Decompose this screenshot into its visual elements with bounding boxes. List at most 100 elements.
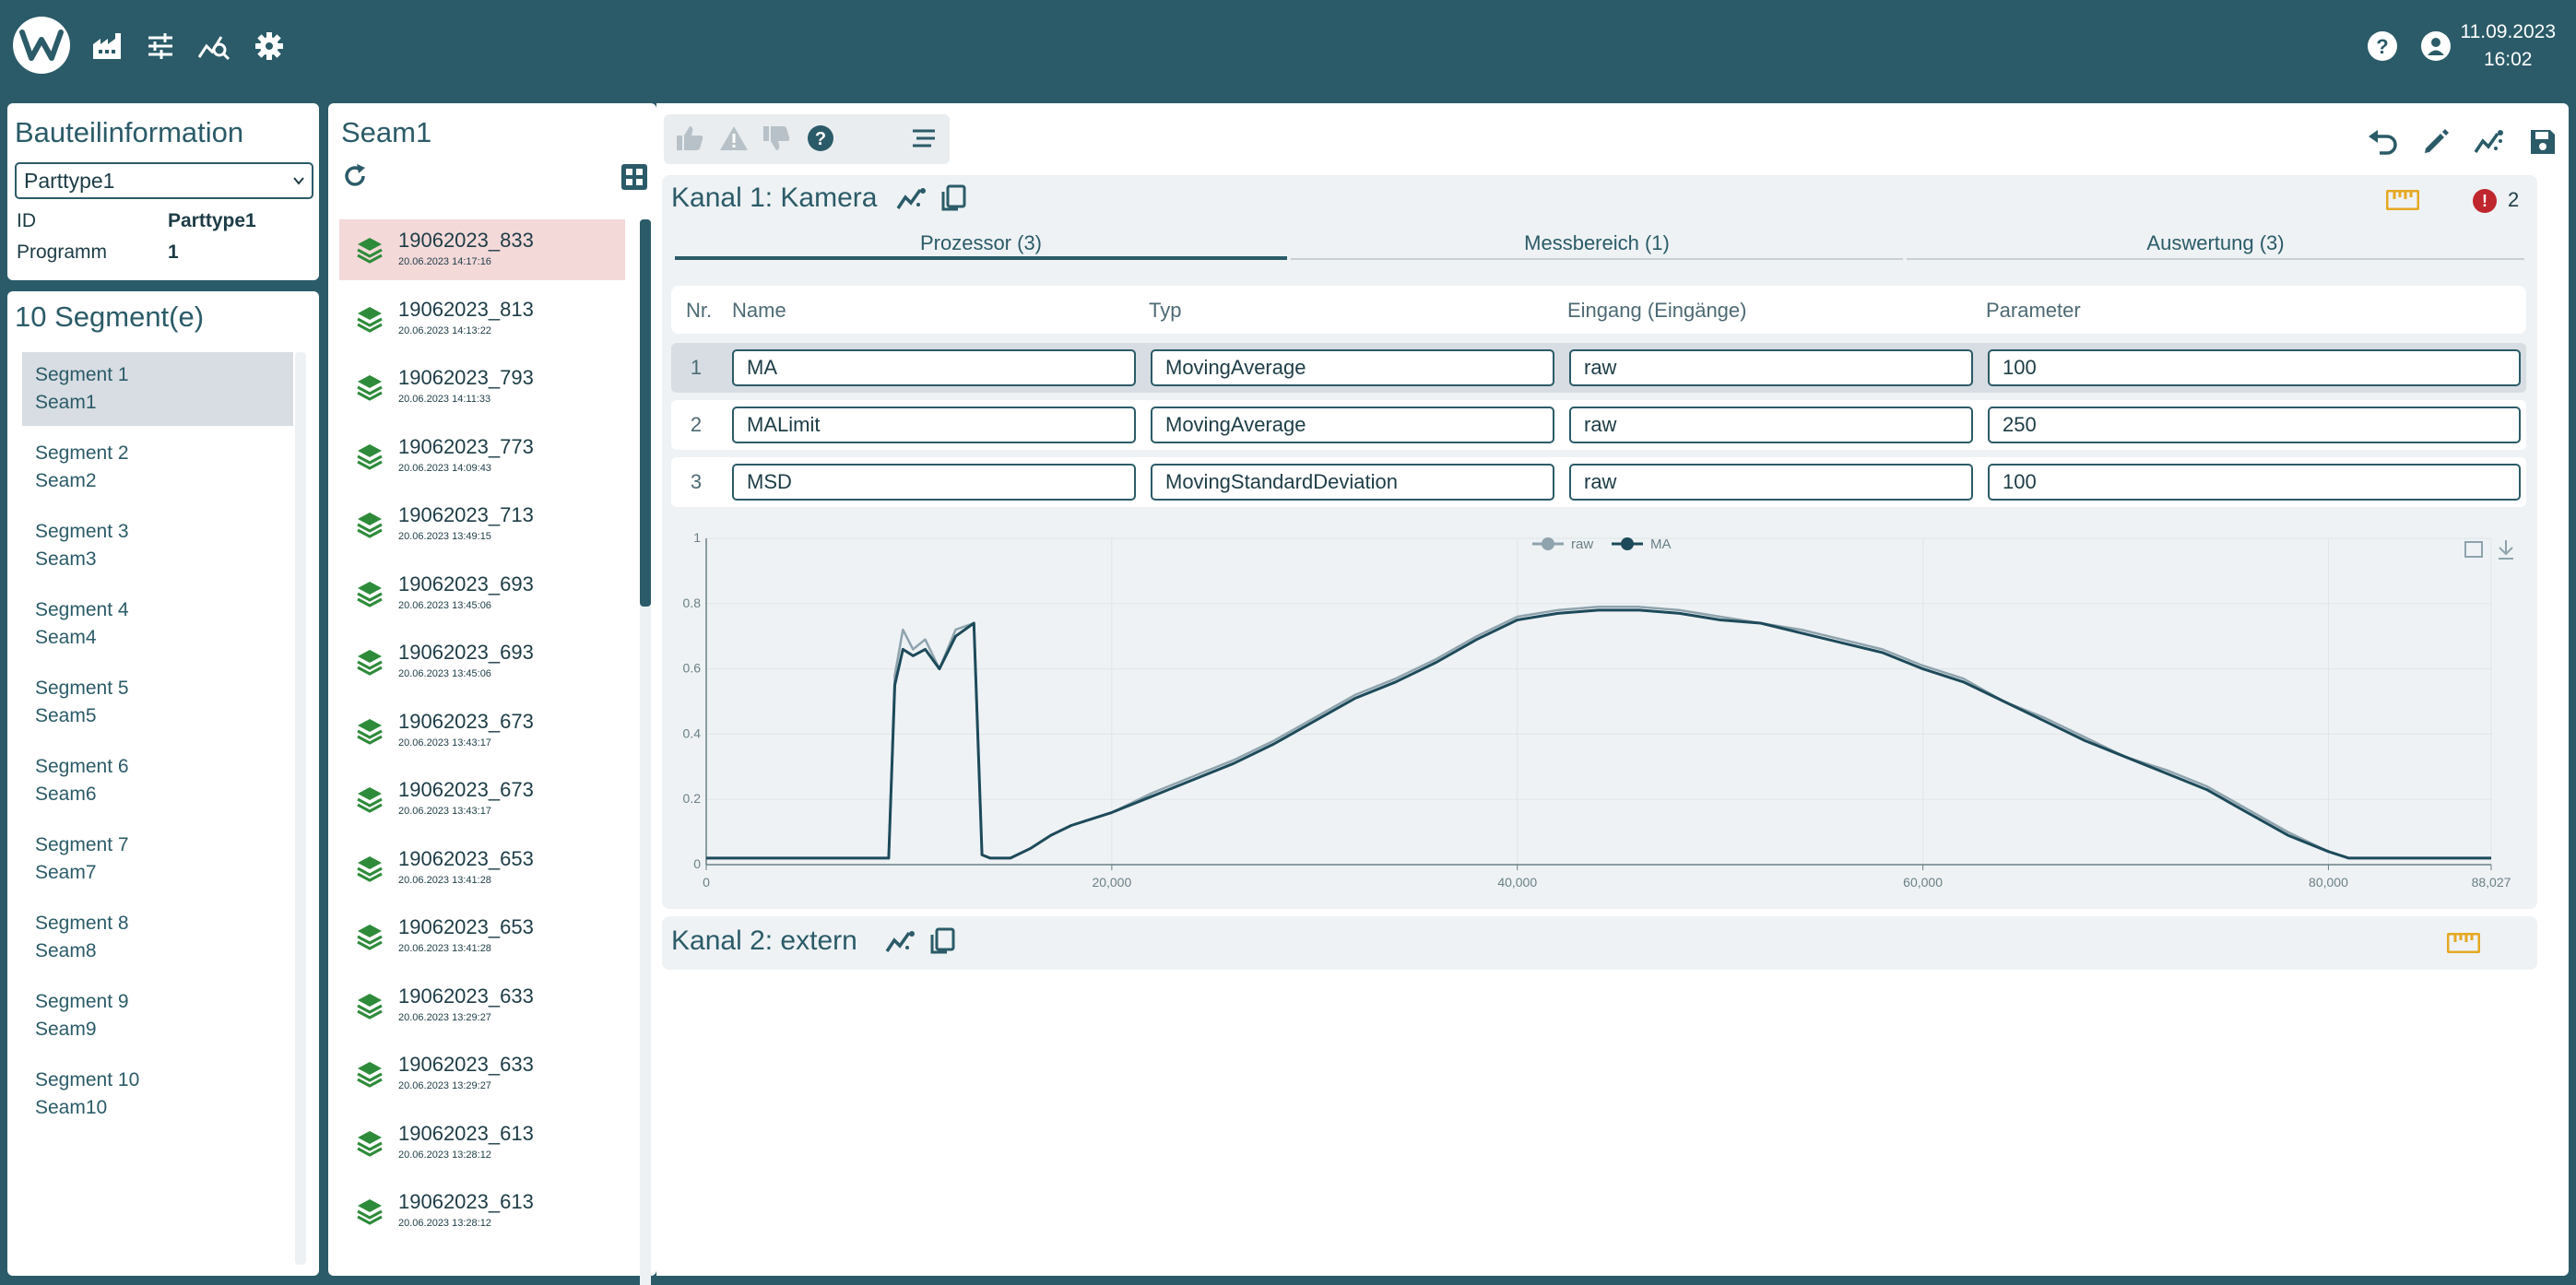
col-parameter: Parameter (1986, 299, 2081, 322)
channel2-chart-icon[interactable] (885, 929, 918, 957)
tab-messbereich-underline (1291, 258, 1903, 260)
analysis-icon[interactable] (194, 26, 234, 66)
seam-timestamp: 20.06.2023 13:45:06 (398, 668, 491, 679)
error-icon[interactable]: ! (2473, 189, 2497, 213)
segment-item[interactable]: Segment 9 Seam9 (22, 979, 293, 1053)
seam-timestamp: 20.06.2023 13:45:06 (398, 599, 491, 611)
tab-messbereich[interactable]: Messbereich (1) (1291, 225, 1903, 262)
seam-item[interactable]: 19062023_633 20.06.2023 13:29:27 (339, 975, 625, 1036)
x-tick-label: 40,000 (1497, 875, 1537, 890)
factory-icon[interactable] (87, 26, 127, 66)
type-input[interactable]: MovingAverage (1151, 349, 1554, 386)
segment-seam: Seam10 (35, 1097, 108, 1118)
download-icon[interactable] (2499, 540, 2513, 560)
seam-timestamp: 20.06.2023 13:28:12 (398, 1218, 491, 1229)
segment-seam: Seam3 (35, 548, 97, 570)
analysis-chart-icon[interactable] (2471, 124, 2508, 160)
input-input[interactable]: raw (1569, 349, 1973, 386)
x-tick-label: 0 (703, 875, 710, 890)
tab-auswertung[interactable]: Auswertung (3) (1907, 225, 2524, 262)
undo-icon[interactable] (2364, 124, 2401, 160)
sliders-icon[interactable] (140, 26, 181, 66)
seam-item[interactable]: 19062023_693 20.06.2023 13:45:06 (339, 631, 625, 692)
warning-icon[interactable] (715, 120, 752, 157)
help-icon[interactable]: ? (2362, 26, 2403, 66)
segment-item[interactable]: Segment 1 Seam1 (22, 352, 293, 426)
seam-timestamp: 20.06.2023 14:11:33 (398, 394, 491, 405)
help-circle-icon[interactable]: ? (802, 120, 839, 157)
layers-icon (357, 718, 383, 745)
zoom-icon[interactable] (2464, 541, 2483, 558)
segment-seam: Seam1 (35, 392, 97, 413)
seam-item[interactable]: 19062023_633 20.06.2023 13:29:27 (339, 1043, 625, 1104)
processor-row[interactable]: 1 MA MovingAverage raw 100 (671, 343, 2526, 393)
segments-scrollbar[interactable] (295, 352, 306, 1265)
program-label: Programm (17, 242, 108, 263)
segment-item[interactable]: Segment 6 Seam6 (22, 744, 293, 818)
name-input[interactable]: MALimit (732, 407, 1136, 443)
date-time: 11.09.2023 16:02 (2460, 18, 2556, 74)
segment-item[interactable]: Segment 4 Seam4 (22, 587, 293, 661)
segment-item[interactable]: Segment 2 Seam2 (22, 430, 293, 504)
segment-item[interactable]: Segment 5 Seam5 (22, 666, 293, 739)
edit-icon[interactable] (2417, 124, 2454, 160)
processor-row[interactable]: 3 MSD MovingStandardDeviation raw 100 (671, 457, 2526, 507)
name-input[interactable]: MA (732, 349, 1136, 386)
thumbs-down-icon[interactable] (758, 120, 795, 157)
seam-item[interactable]: 19062023_613 20.06.2023 13:28:12 (339, 1113, 625, 1173)
seam-item[interactable]: 19062023_793 20.06.2023 14:11:33 (339, 357, 625, 418)
input-input[interactable]: raw (1569, 464, 1973, 501)
type-input[interactable]: MovingAverage (1151, 407, 1554, 443)
segment-item[interactable]: Segment 8 Seam8 (22, 901, 293, 974)
grid-view-icon[interactable] (621, 164, 649, 192)
seam-item[interactable]: 19062023_713 20.06.2023 13:49:15 (339, 494, 625, 555)
input-input[interactable]: raw (1569, 407, 1973, 443)
logo[interactable] (13, 17, 70, 74)
seam-item[interactable]: 19062023_813 20.06.2023 14:13:22 (339, 289, 625, 349)
channel1-ruler-icon[interactable] (2385, 189, 2420, 212)
seam-item[interactable]: 19062023_693 20.06.2023 13:45:06 (339, 563, 625, 624)
account-icon[interactable] (2416, 26, 2456, 66)
segment-item[interactable]: Segment 3 Seam3 (22, 509, 293, 583)
channel1-copy-icon[interactable] (940, 184, 968, 212)
seam-item[interactable]: 19062023_673 20.06.2023 13:43:17 (339, 769, 625, 830)
segment-item[interactable]: Segment 10 Seam10 (22, 1057, 293, 1131)
channel2-ruler-icon[interactable] (2446, 932, 2481, 955)
seam-scrollbar-thumb[interactable] (640, 219, 651, 607)
seam-timestamp: 20.06.2023 14:09:43 (398, 462, 491, 474)
layers-icon (357, 513, 383, 538)
col-typ: Typ (1149, 299, 1182, 322)
layers-icon (357, 925, 383, 950)
refresh-icon[interactable] (341, 162, 371, 192)
seam-item[interactable]: 19062023_673 20.06.2023 13:43:17 (339, 701, 625, 761)
part-type-value: Parttype1 (24, 169, 115, 193)
thumbs-up-icon[interactable] (671, 120, 708, 157)
part-type-select[interactable]: Parttype1 (15, 162, 313, 199)
seam-name: 19062023_633 (398, 1053, 534, 1076)
seam-item[interactable]: 19062023_833 20.06.2023 14:17:16 (339, 219, 625, 280)
seam-name: 19062023_693 (398, 641, 534, 664)
channel1-chart-icon[interactable] (896, 186, 929, 214)
channel2-copy-icon[interactable] (929, 927, 957, 955)
seam-item[interactable]: 19062023_773 20.06.2023 14:09:43 (339, 426, 625, 487)
seam-name: 19062023_673 (398, 709, 534, 733)
seam-item[interactable]: 19062023_653 20.06.2023 13:41:28 (339, 838, 625, 899)
processor-row[interactable]: 2 MALimit MovingAverage raw 250 (671, 400, 2526, 450)
parameter-input[interactable]: 100 (1988, 464, 2521, 501)
notes-icon[interactable] (905, 120, 942, 157)
seam-item[interactable]: 19062023_613 20.06.2023 13:28:12 (339, 1181, 625, 1242)
seam-item[interactable]: 19062023_653 20.06.2023 13:41:28 (339, 906, 625, 967)
gear-icon[interactable] (249, 26, 290, 66)
name-input[interactable]: MSD (732, 464, 1136, 501)
parameter-input[interactable]: 100 (1988, 349, 2521, 386)
seam-timestamp: 20.06.2023 13:29:27 (398, 1011, 491, 1023)
type-input[interactable]: MovingStandardDeviation (1151, 464, 1554, 501)
segment-item[interactable]: Segment 7 Seam7 (22, 822, 293, 896)
svg-text:?: ? (2376, 35, 2388, 58)
seam-timestamp: 20.06.2023 13:41:28 (398, 874, 491, 886)
save-icon[interactable] (2524, 124, 2561, 160)
y-tick-label: 0 (693, 856, 701, 871)
segment-label: Segment 2 (35, 442, 129, 464)
parameter-input[interactable]: 250 (1988, 407, 2521, 443)
col-eingang: Eingang (Eingänge) (1567, 299, 1747, 322)
